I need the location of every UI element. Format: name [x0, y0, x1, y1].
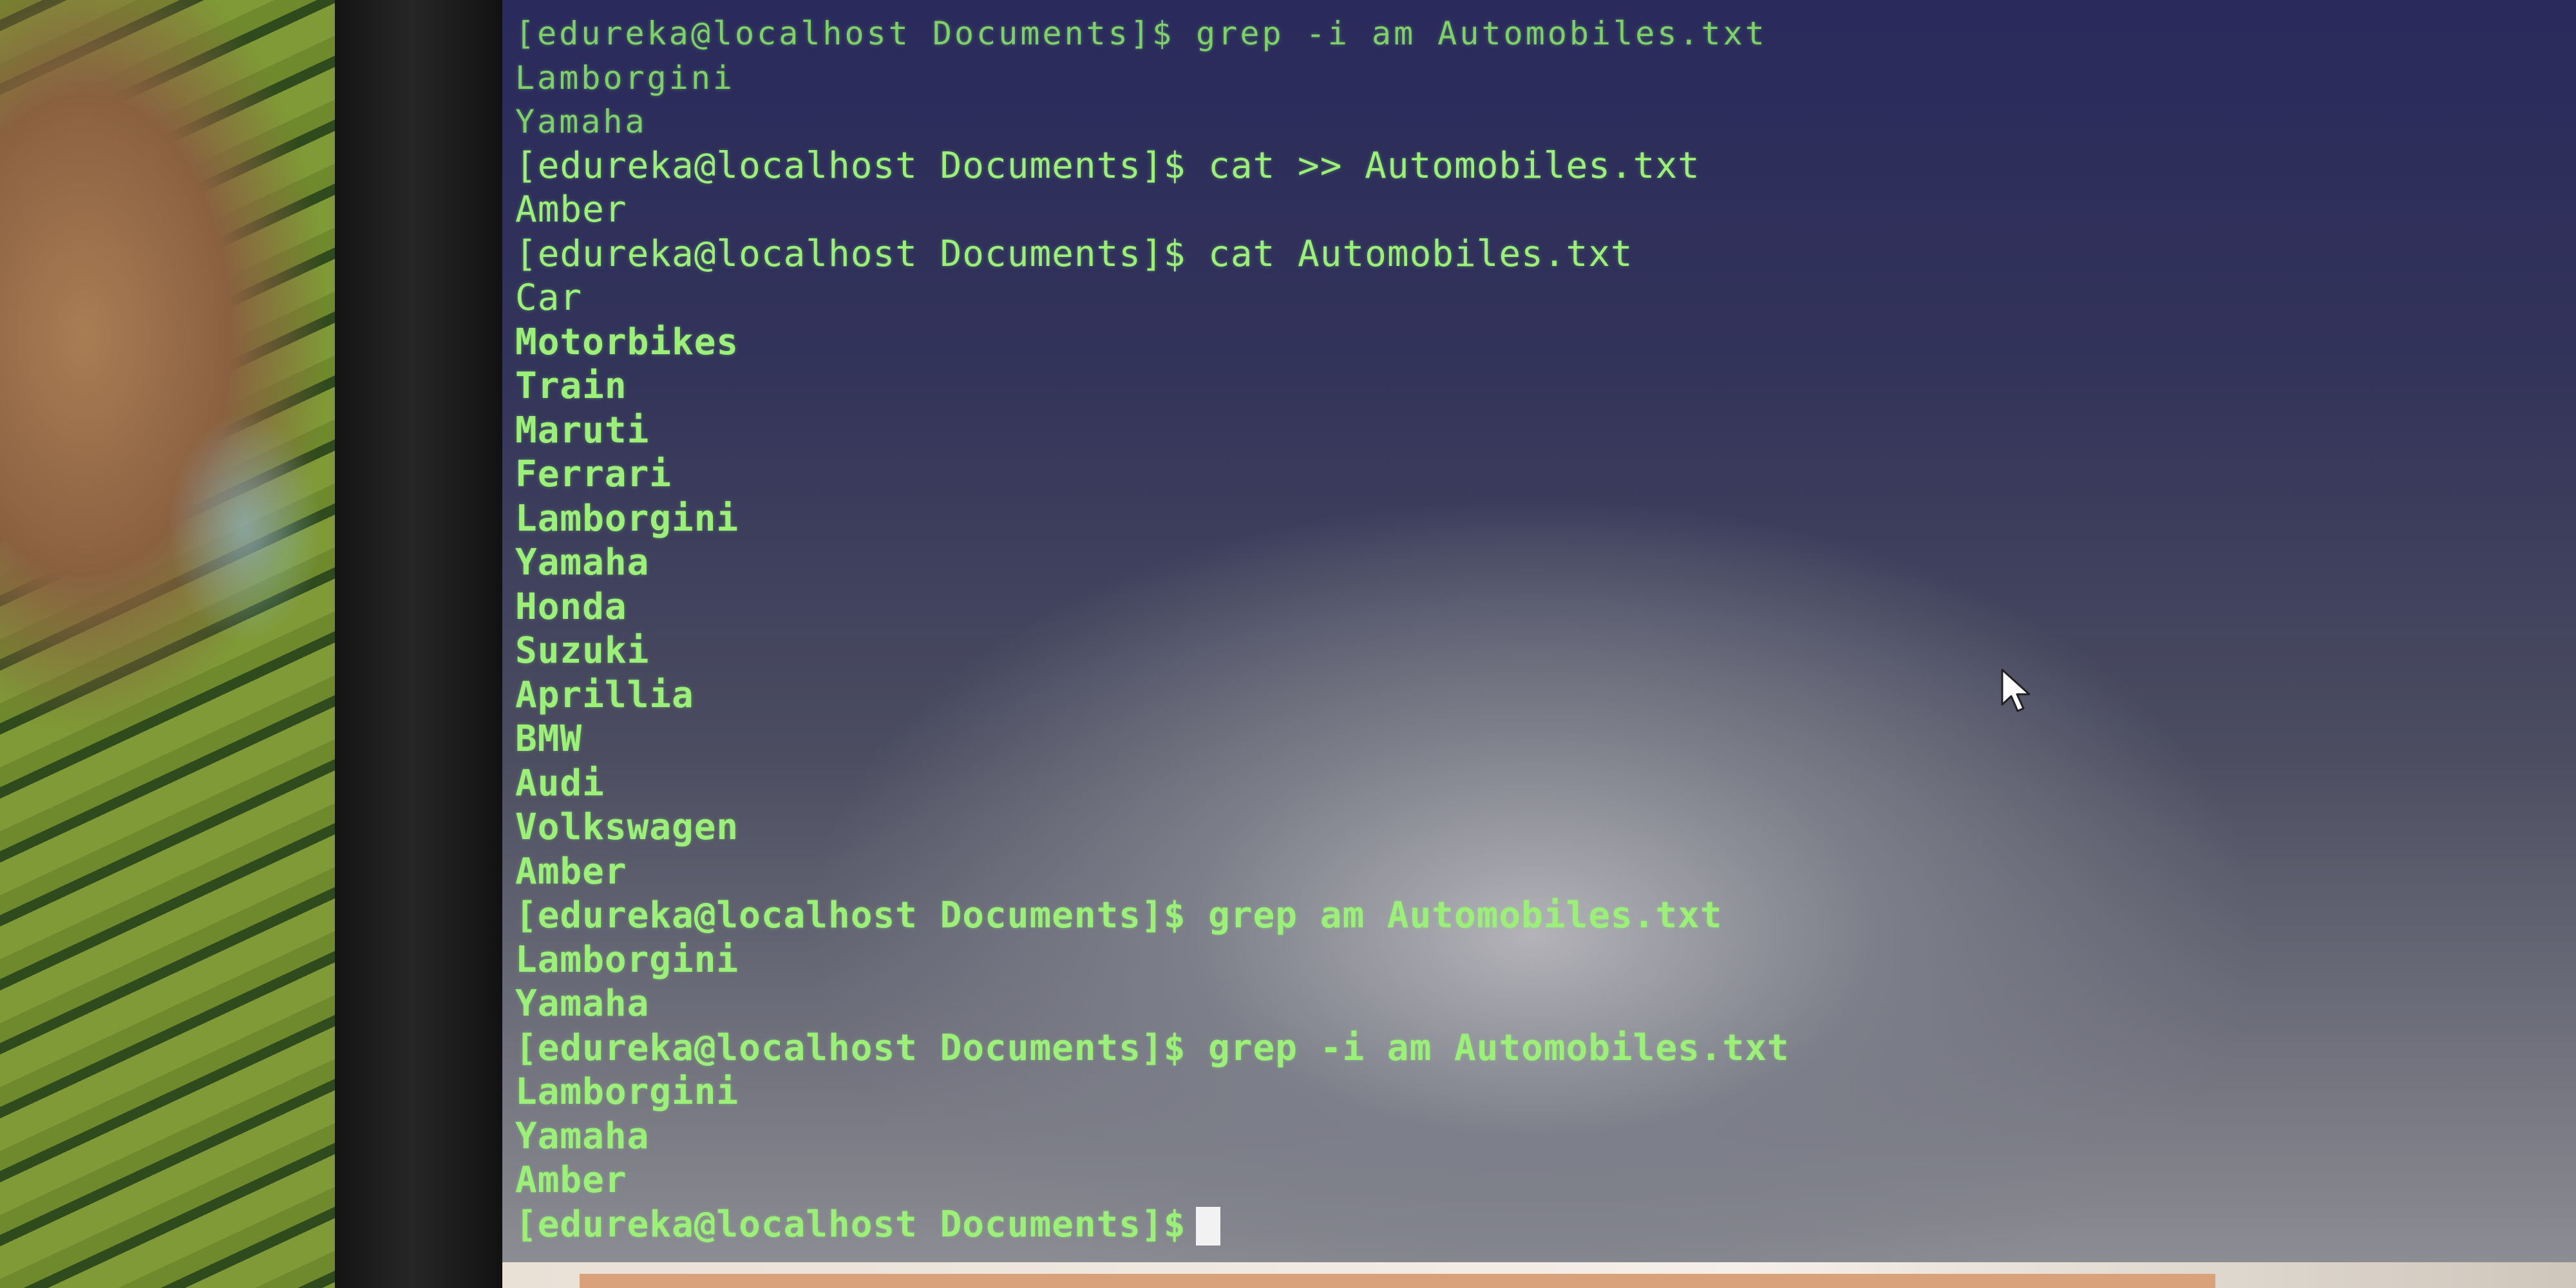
terminal-line: Amber: [515, 1159, 627, 1201]
terminal-line: Train: [515, 365, 627, 407]
monitor-bezel: [335, 0, 528, 1288]
terminal-line: Amber: [515, 189, 627, 231]
terminal-line: Yamaha: [515, 542, 650, 583]
terminal-line: [edureka@localhost Documents]$ grep -i a…: [515, 1027, 1790, 1069]
text-cursor: [1196, 1207, 1221, 1246]
terminal-line: Yamaha: [515, 1115, 650, 1157]
terminal-window[interactable]: [edureka@localhost Documents]$ grep -i a…: [502, 0, 2576, 1262]
terminal-line: Yamaha: [515, 983, 650, 1025]
terminal-line: [edureka@localhost Documents]$ cat >> Au…: [515, 144, 1700, 187]
terminal-output: [edureka@localhost Documents]$ grep -i a…: [515, 12, 1790, 1247]
mouse-pointer-icon: [2001, 668, 2031, 712]
terminal-line: Car: [515, 277, 583, 319]
terminal-line: Lamborgini: [515, 1071, 739, 1113]
terminal-line: Motorbikes: [515, 321, 739, 363]
terminal-line: Ferrari: [515, 453, 672, 495]
terminal-line: Lamborgini: [515, 497, 739, 540]
terminal-line: Audi: [515, 762, 605, 804]
monitor-bottom-edge: [502, 1262, 2576, 1288]
terminal-prompt-line[interactable]: [edureka@localhost Documents]$: [515, 1203, 1790, 1247]
terminal-line: Suzuki: [515, 630, 650, 672]
terminal-line: [edureka@localhost Documents]$ cat Autom…: [515, 232, 1633, 275]
terminal-line: Yamaha: [515, 103, 647, 140]
terminal-line: Lamborgini: [515, 938, 739, 981]
terminal-line: [edureka@localhost Documents]$ grep am A…: [515, 895, 1723, 936]
terminal-prompt: [edureka@localhost Documents]$: [515, 1203, 1186, 1245]
terminal-line: Maruti: [515, 409, 650, 451]
terminal-line: Amber: [515, 850, 627, 893]
terminal-line: Volkswagen: [515, 806, 739, 848]
terminal-line: Aprillia: [515, 674, 694, 716]
terminal-line: [edureka@localhost Documents]$ grep -i a…: [515, 15, 1767, 52]
terminal-line: Lamborgini: [515, 59, 735, 97]
photo-background: [0, 0, 361, 1288]
terminal-line: Honda: [515, 585, 627, 628]
terminal-line: BMW: [515, 718, 583, 760]
